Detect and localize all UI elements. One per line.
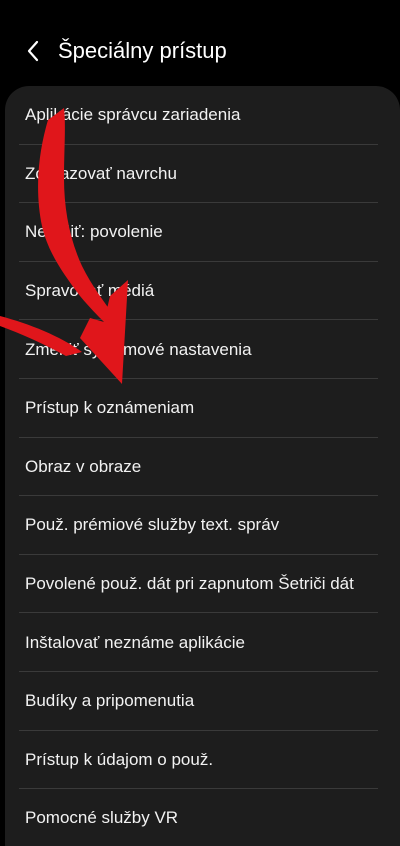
list-item-premium-sms[interactable]: Použ. prémiové služby text. správ: [5, 496, 400, 555]
list-item-device-admin-apps[interactable]: Aplikácie správcu zariadenia: [5, 86, 400, 145]
app-header: Špeciálny prístup: [0, 0, 400, 86]
list-item-appear-on-top[interactable]: Zobrazovať navrchu: [5, 145, 400, 204]
list-item-unrestricted-data[interactable]: Povolené použ. dát pri zapnutom Šetriči …: [5, 555, 400, 614]
list-item-modify-system-settings[interactable]: Zmeniť systémové nastavenia: [5, 320, 400, 379]
chevron-left-icon: [27, 40, 39, 62]
list-item-usage-data-access[interactable]: Prístup k údajom o použ.: [5, 731, 400, 790]
settings-list-card: Aplikácie správcu zariadenia Zobrazovať …: [5, 86, 400, 846]
settings-list: Aplikácie správcu zariadenia Zobrazovať …: [5, 86, 400, 846]
list-item-do-not-disturb[interactable]: Nerušiť: povolenie: [5, 203, 400, 262]
back-button[interactable]: [18, 34, 48, 68]
list-item-notification-access[interactable]: Prístup k oznámeniam: [5, 379, 400, 438]
page-title: Špeciálny prístup: [58, 38, 227, 63]
list-item-install-unknown-apps[interactable]: Inštalovať neznáme aplikácie: [5, 613, 400, 672]
list-item-alarms-reminders[interactable]: Budíky a pripomenutia: [5, 672, 400, 731]
list-item-manage-media[interactable]: Spravovať médiá: [5, 262, 400, 321]
list-item-picture-in-picture[interactable]: Obraz v obraze: [5, 438, 400, 497]
list-item-vr-helper-services[interactable]: Pomocné služby VR: [5, 789, 400, 846]
